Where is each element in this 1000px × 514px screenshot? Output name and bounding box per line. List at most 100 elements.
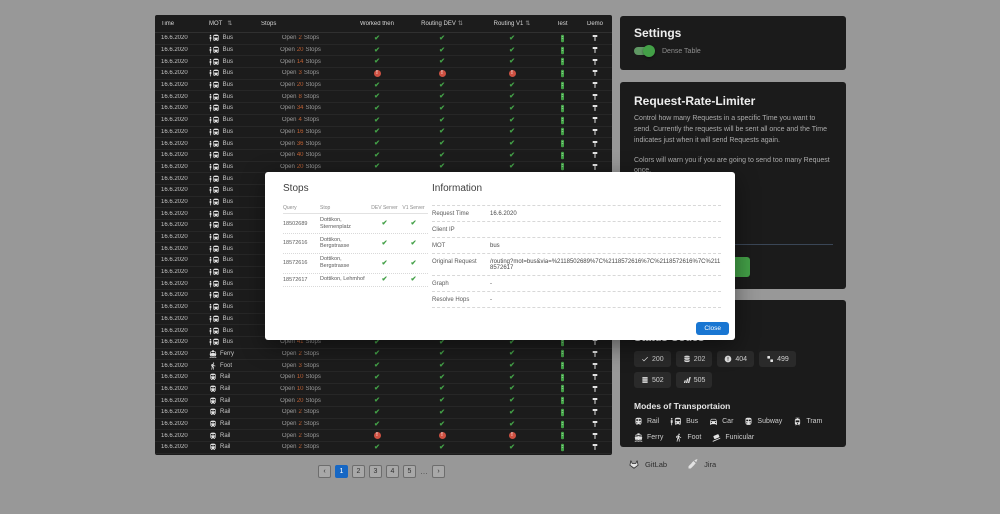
row-stops-button[interactable]: Open3Stops <box>253 70 348 76</box>
demo-button[interactable] <box>578 104 612 112</box>
test-button[interactable] <box>546 139 578 148</box>
status-badge-202[interactable]: 202 <box>676 351 713 367</box>
gitlab-link[interactable]: GitLab <box>628 458 667 470</box>
mode-bus[interactable]: Bus <box>670 417 698 426</box>
row-stops-button[interactable]: Open34Stops <box>253 105 348 111</box>
table-row[interactable]: 16.6.2020RailOpen2Stops✔✔✔ <box>155 454 612 455</box>
test-button[interactable] <box>546 116 578 125</box>
row-stops-button[interactable]: Open10Stops <box>253 386 348 392</box>
test-button[interactable] <box>546 361 578 370</box>
status-badge-502[interactable]: 502 <box>634 372 671 388</box>
table-row[interactable]: 16.6.2020BusOpen20Stops✔✔✔ <box>155 45 612 57</box>
test-button[interactable] <box>546 81 578 90</box>
row-stops-button[interactable]: Open20Stops <box>253 164 348 170</box>
demo-button[interactable] <box>578 373 612 381</box>
row-stops-button[interactable]: Open2Stops <box>253 444 348 450</box>
table-row[interactable]: 16.6.2020RailOpen2Stops✔✔✔ <box>155 442 612 454</box>
demo-button[interactable] <box>578 443 612 451</box>
sort-icon[interactable]: ⇅ <box>458 20 463 27</box>
table-row[interactable]: 16.6.2020RailOpen2Stops!!! <box>155 430 612 442</box>
row-stops-button[interactable]: Open2Stops <box>253 433 348 439</box>
row-stops-button[interactable]: Open3Stops <box>253 363 348 369</box>
row-stops-button[interactable]: Open2Stops <box>253 35 348 41</box>
test-button[interactable] <box>546 373 578 382</box>
test-button[interactable] <box>546 57 578 66</box>
demo-button[interactable] <box>578 116 612 124</box>
table-row[interactable]: 16.6.2020BusOpen34Stops✔✔✔ <box>155 103 612 115</box>
mode-car[interactable]: Car <box>709 417 733 426</box>
test-button[interactable] <box>546 384 578 393</box>
col-header-routing-v1[interactable]: Routing V1⇅ <box>478 20 546 27</box>
row-stops-button[interactable]: Open8Stops <box>253 94 348 100</box>
mode-ferry[interactable]: Ferry <box>634 433 663 442</box>
row-stops-button[interactable]: Open14Stops <box>253 59 348 65</box>
mode-rail[interactable]: Rail <box>634 417 659 426</box>
table-row[interactable]: 16.6.2020BusOpen40Stops✔✔✔ <box>155 150 612 162</box>
status-badge-200[interactable]: 200 <box>634 351 671 367</box>
status-badge-499[interactable]: 499 <box>759 351 796 367</box>
next-page-button[interactable]: › <box>432 465 445 478</box>
row-stops-button[interactable]: Open2Stops <box>253 421 348 427</box>
status-badge-404[interactable]: 404 <box>717 351 754 367</box>
demo-button[interactable] <box>578 163 612 171</box>
demo-button[interactable] <box>578 420 612 428</box>
test-button[interactable] <box>546 92 578 101</box>
table-row[interactable]: 16.6.2020BusOpen20Stops✔✔✔ <box>155 80 612 92</box>
table-row[interactable]: 16.6.2020BusOpen3Stops!!! <box>155 68 612 80</box>
table-row[interactable]: 16.6.2020RailOpen2Stops✔✔✔ <box>155 407 612 419</box>
col-header-demo[interactable]: Demo <box>578 21 612 27</box>
demo-button[interactable] <box>578 397 612 405</box>
demo-button[interactable] <box>578 34 612 42</box>
page-button-3[interactable]: 3 <box>369 465 382 478</box>
test-button[interactable] <box>546 34 578 43</box>
demo-button[interactable] <box>578 69 612 77</box>
test-button[interactable] <box>546 46 578 55</box>
demo-button[interactable] <box>578 350 612 358</box>
row-stops-button[interactable]: Open10Stops <box>253 374 348 380</box>
row-stops-button[interactable]: Open41Stops <box>253 339 348 345</box>
test-button[interactable] <box>546 349 578 358</box>
col-header-mot[interactable]: MOT⇅ <box>203 20 253 27</box>
table-row[interactable]: 16.6.2020RailOpen10Stops✔✔✔ <box>155 384 612 396</box>
page-button-1[interactable]: 1 <box>335 465 348 478</box>
test-button[interactable] <box>546 443 578 452</box>
test-button[interactable] <box>546 151 578 160</box>
table-row[interactable]: 16.6.2020RailOpen2Stops✔✔✔ <box>155 419 612 431</box>
table-row[interactable]: 16.6.2020FootOpen3Stops✔✔✔ <box>155 360 612 372</box>
test-button[interactable] <box>546 396 578 405</box>
test-button[interactable] <box>546 127 578 136</box>
row-stops-button[interactable]: Open4Stops <box>253 117 348 123</box>
table-row[interactable]: 16.6.2020FerryOpen2Stops✔✔✔ <box>155 349 612 361</box>
row-stops-button[interactable]: Open2Stops <box>253 409 348 415</box>
demo-button[interactable] <box>578 128 612 136</box>
table-row[interactable]: 16.6.2020BusOpen4Stops✔✔✔ <box>155 115 612 127</box>
sort-icon[interactable]: ⇅ <box>525 20 530 27</box>
col-header-routing-dev[interactable]: Routing DEV⇅ <box>406 20 478 27</box>
demo-button[interactable] <box>578 140 612 148</box>
table-row[interactable]: 16.6.2020BusOpen2Stops✔✔✔ <box>155 33 612 45</box>
status-badge-505[interactable]: 505 <box>676 372 713 388</box>
demo-button[interactable] <box>578 151 612 159</box>
demo-button[interactable] <box>578 408 612 416</box>
row-stops-button[interactable]: Open16Stops <box>253 129 348 135</box>
close-button[interactable]: Close <box>696 322 729 335</box>
demo-button[interactable] <box>578 362 612 370</box>
dense-table-switch[interactable] <box>634 47 653 55</box>
page-button-5[interactable]: 5 <box>403 465 416 478</box>
demo-button[interactable] <box>578 46 612 54</box>
mode-subway[interactable]: Subway <box>744 417 782 426</box>
test-button[interactable] <box>546 420 578 429</box>
mode-tram[interactable]: Tram <box>793 417 822 426</box>
mode-funicular[interactable]: Funicular <box>712 433 754 442</box>
col-header-test[interactable]: Test <box>546 21 578 27</box>
test-button[interactable] <box>546 69 578 78</box>
col-header-stops[interactable]: Stops <box>253 21 348 27</box>
demo-button[interactable] <box>578 93 612 101</box>
test-button[interactable] <box>546 104 578 113</box>
row-stops-button[interactable]: Open20Stops <box>253 82 348 88</box>
table-row[interactable]: 16.6.2020RailOpen10Stops✔✔✔ <box>155 372 612 384</box>
prev-page-button[interactable]: ‹ <box>318 465 331 478</box>
page-button-2[interactable]: 2 <box>352 465 365 478</box>
table-row[interactable]: 16.6.2020BusOpen8Stops✔✔✔ <box>155 91 612 103</box>
sort-icon[interactable]: ⇅ <box>227 20 232 27</box>
